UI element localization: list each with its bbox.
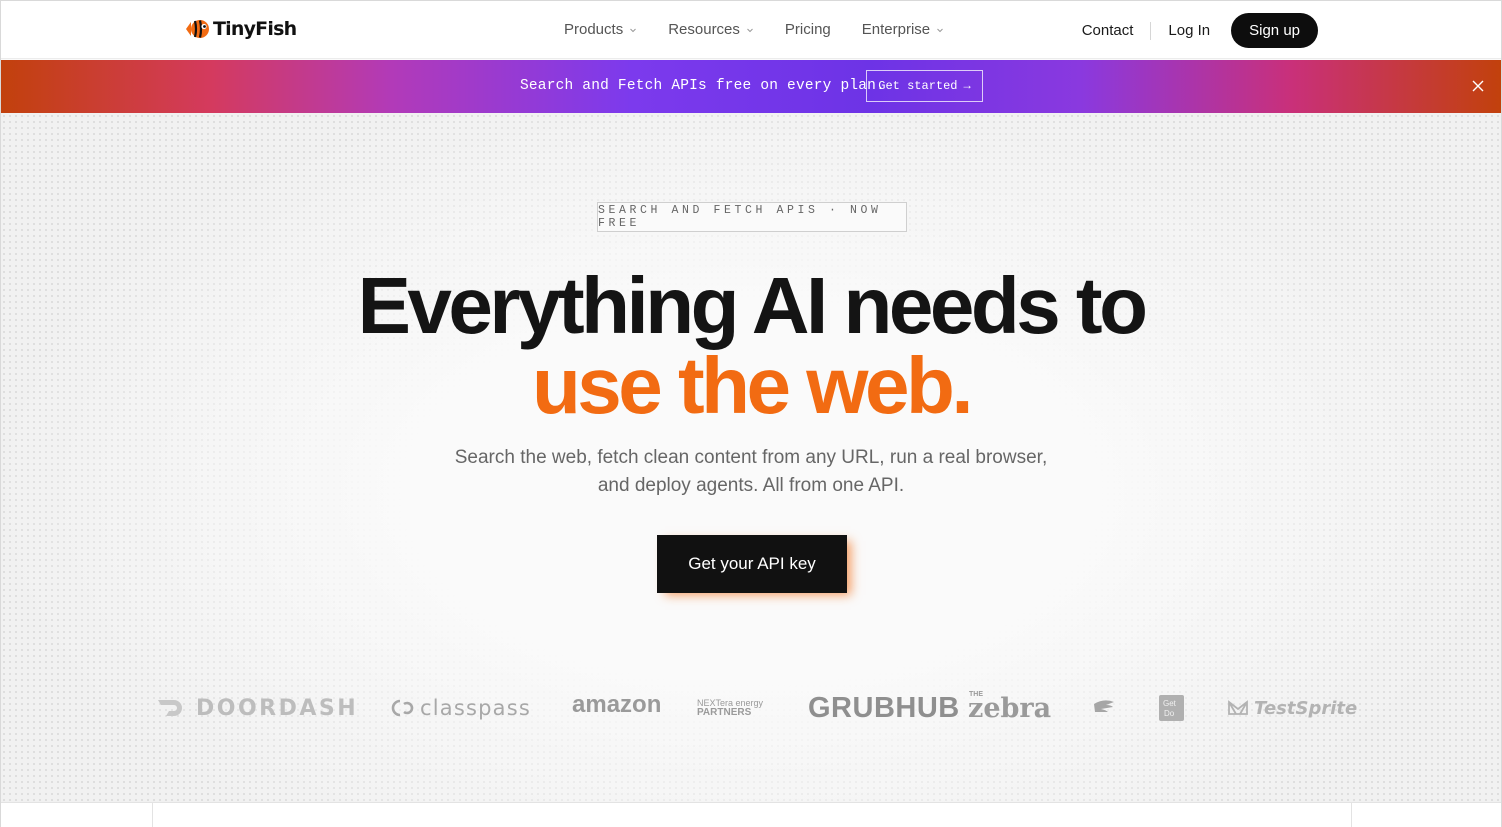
nextera-line2: PARTNERS bbox=[697, 707, 752, 718]
arrow-right-icon: → bbox=[963, 79, 971, 93]
testsprite-wordmark: TestSprite bbox=[1254, 697, 1358, 719]
banner-button-label: Get started bbox=[878, 79, 958, 93]
brand-logo[interactable]: TinyFish bbox=[184, 17, 297, 41]
amazon-logo: amazon bbox=[572, 683, 661, 733]
getdo-logo-icon: Get Do bbox=[1159, 695, 1184, 721]
hero-headline-line2: use the web. bbox=[531, 341, 974, 430]
nav-divider bbox=[1150, 21, 1152, 40]
main-nav: Products Resources Pricing Enterprise bbox=[564, 21, 975, 38]
hero-headline-line1: Everything AI needs to bbox=[357, 261, 1148, 350]
zebra-logo: THE zebra bbox=[968, 683, 1051, 733]
testsprite-logo: TestSprite bbox=[1227, 683, 1357, 733]
hero-eyebrow-badge: SEARCH AND FETCH APIS · NOW FREE bbox=[597, 202, 907, 232]
hero-subtitle-line2: and deploy agents. All from one API. bbox=[597, 475, 905, 496]
nav-resources-label: Resources bbox=[668, 21, 740, 38]
wing-logo-icon bbox=[1094, 700, 1114, 712]
hero-section: SEARCH AND FETCH APIS · NOW FREE Everyth… bbox=[1, 113, 1501, 803]
doordash-icon bbox=[158, 700, 182, 716]
nav-resources[interactable]: Resources bbox=[668, 21, 754, 38]
doordash-logo: DOORDASH bbox=[156, 683, 358, 733]
login-link[interactable]: Log In bbox=[1168, 22, 1210, 39]
svg-text:Do: Do bbox=[1164, 709, 1175, 718]
getdo-logo: Get Do bbox=[1159, 683, 1184, 733]
close-icon[interactable] bbox=[1471, 79, 1485, 93]
promo-banner: Search and Fetch APIs free on every plan… bbox=[1, 60, 1501, 113]
get-api-key-button[interactable]: Get your API key bbox=[657, 535, 847, 593]
customer-logos: DOORDASH classpass amazon NEXTera energy… bbox=[1, 683, 1501, 733]
frame-line-left bbox=[152, 803, 153, 827]
chevron-down-icon bbox=[747, 28, 753, 32]
nextera-logo: NEXTera energy PARTNERS bbox=[697, 683, 763, 733]
classpass-icon bbox=[391, 699, 414, 717]
nav-products-label: Products bbox=[564, 21, 624, 38]
nav-enterprise-label: Enterprise bbox=[861, 21, 931, 38]
next-section-edge bbox=[1, 802, 1501, 827]
hero-subtitle: Search the web, fetch clean content from… bbox=[401, 444, 1101, 500]
fish-logo-icon bbox=[186, 20, 209, 38]
zebra-small-label: THE bbox=[969, 691, 983, 698]
frame-line-right bbox=[1351, 803, 1352, 827]
hero-subtitle-line1: Search the web, fetch clean content from… bbox=[454, 447, 1048, 468]
svg-text:Get: Get bbox=[1163, 699, 1177, 708]
nav-actions: Contact Log In Sign up bbox=[1082, 13, 1318, 48]
chevron-down-icon bbox=[937, 28, 943, 32]
nav-products[interactable]: Products bbox=[564, 21, 637, 38]
nav-pricing[interactable]: Pricing bbox=[785, 21, 831, 38]
classpass-wordmark: classpass bbox=[420, 696, 532, 720]
amazon-wordmark: amazon bbox=[572, 691, 662, 718]
nav-pricing-label: Pricing bbox=[784, 21, 831, 38]
brand-name: TinyFish bbox=[213, 18, 297, 40]
testsprite-icon bbox=[1228, 700, 1248, 715]
nav-enterprise[interactable]: Enterprise bbox=[862, 21, 944, 38]
banner-text: Search and Fetch APIs free on every plan… bbox=[520, 78, 885, 94]
doordash-wordmark: DOORDASH bbox=[196, 695, 359, 721]
chevron-down-icon bbox=[630, 28, 637, 32]
signup-button[interactable]: Sign up bbox=[1231, 13, 1318, 48]
banner-get-started-button[interactable]: Get started → bbox=[866, 70, 983, 102]
classpass-logo: classpass bbox=[391, 683, 531, 733]
top-navbar: TinyFish Products Resources Pricing Ente… bbox=[1, 1, 1501, 59]
grubhub-logo: GRUBHUB bbox=[808, 683, 960, 733]
wing-logo bbox=[1091, 683, 1117, 733]
contact-link[interactable]: Contact bbox=[1082, 22, 1134, 39]
grubhub-wordmark: GRUBHUB bbox=[808, 691, 960, 724]
